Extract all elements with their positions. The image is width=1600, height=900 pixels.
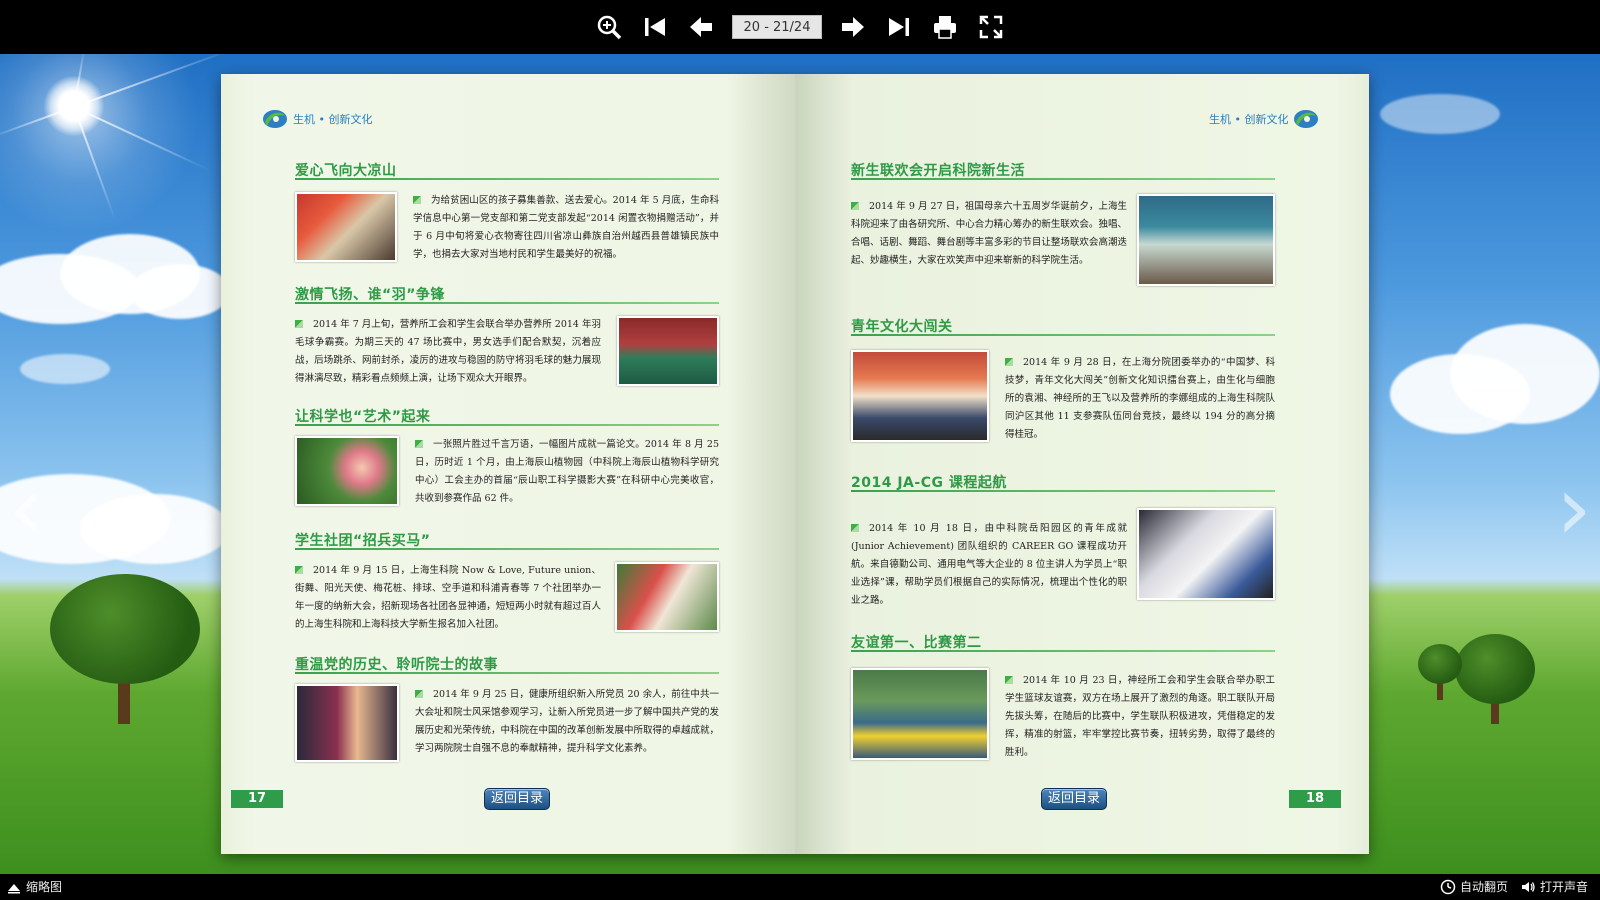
section-title: 激情飞扬、谁“羽”争锋 [295,287,445,303]
next-page-button[interactable] [830,7,876,47]
section-text: 一张照片胜过千言万语，一幅图片成就一篇论文。2014 年 8 月 25 日，历时… [415,439,719,504]
cloud [1450,324,1600,424]
section-divider [851,650,1275,652]
previous-page-icon [690,17,712,37]
bullet-icon [851,524,859,532]
sound-button[interactable]: 打开声音 [1520,878,1588,895]
section-title: 重温党的历史、聆听院士的故事 [295,657,498,673]
section-title: 2014 JA-CG 课程起航 [851,475,1007,491]
section-text: 2014 年 9 月 27 日，祖国母亲六十五周岁华诞前夕，上海生科院迎来了由各… [851,201,1127,266]
photo-clothes-donation [295,192,397,262]
bottom-toolbar: 缩略图 自动翻页 打开声音 [0,874,1600,900]
triangle-up-icon [8,883,20,893]
right-page[interactable]: 生机 • 创新文化 新生联欢会开启科院新生活 2014 年 9 月 27 日，祖… [795,74,1369,854]
auto-flip-button[interactable]: 自动翻页 [1440,878,1508,895]
sound-label: 打开声音 [1540,880,1589,894]
section-divider [295,178,719,180]
previous-page-arrow-icon[interactable]: ‹ [6,459,46,559]
next-page-arrow-icon[interactable]: › [1554,459,1594,559]
section-text: 为给贫困山区的孩子募集善款、送去爱心。2014 年 5 月底，生命科学信息中心第… [413,195,719,260]
brand-header: 生机 • 创新文化 [1205,108,1320,130]
bullet-icon [415,690,423,698]
zoom-in-button[interactable] [586,7,632,47]
bullet-icon [413,196,421,204]
print-button[interactable] [922,7,968,47]
section-title: 友谊第一、比赛第二 [851,635,982,651]
speaker-icon [1522,881,1535,892]
cloud [80,494,230,564]
tree [1455,634,1535,724]
section-title: 学生社团“招兵买马” [295,533,431,549]
bullet-icon [851,202,859,210]
auto-flip-label: 自动翻页 [1460,880,1509,894]
brand-text: 生机 • 创新文化 [1209,113,1289,126]
return-to-contents-button[interactable]: 返回目录 [1041,788,1107,810]
thumbnails-button[interactable]: 缩略图 [6,878,62,895]
next-page-icon [842,17,864,37]
left-page[interactable]: 生机 • 创新文化 爱心飞向大凉山 为给贫困山区的孩子募集善款、送去爱心。201… [221,74,795,854]
return-to-contents-button[interactable]: 返回目录 [484,788,550,810]
photo-youth-culture [851,350,989,442]
sun-glow [0,54,200,234]
first-page-icon [645,18,665,36]
section-text: 2014 年 9 月 28 日，在上海分院团委举办的“中国梦、科技梦，青年文化大… [1005,357,1275,440]
flipbook: 生机 • 创新文化 爱心飞向大凉山 为给贫困山区的孩子募集善款、送去爱心。201… [221,74,1369,854]
tree [50,574,200,734]
section-divider [851,178,1275,180]
previous-page-button[interactable] [678,7,724,47]
fullscreen-icon [979,15,1003,39]
section-divider [295,424,719,426]
photo-science-art [295,436,399,506]
photo-party-history [295,684,399,762]
bullet-icon [295,566,303,574]
section-title: 新生联欢会开启科院新生活 [851,163,1025,179]
section-divider [295,548,719,550]
section-title: 爱心飞向大凉山 [295,163,397,179]
section-text: 2014 年 9 月 15 日，上海生科院 Now & Love, Future… [295,565,601,630]
section-text: 2014 年 9 月 25 日，健康所组织新入所党员 20 余人，前往中共一大会… [415,689,720,754]
tree [1418,644,1462,700]
page-number: 18 [1289,790,1341,808]
bullet-icon [295,320,303,328]
brand-header: 生机 • 创新文化 [261,108,376,130]
photo-student-clubs [615,562,719,632]
section-divider [295,302,719,304]
section-divider [295,672,719,674]
page-number: 17 [231,790,283,808]
top-toolbar: 20 - 21/24 [0,0,1600,54]
first-page-button[interactable] [632,7,678,47]
cloud [130,264,230,319]
photo-basketball [851,668,989,760]
section-text: 2014 年 10 月 18 日，由中科院岳阳园区的青年成就 (Junior A… [851,523,1127,606]
cloud [20,354,110,384]
section-divider [851,490,1275,492]
thumbnails-label: 缩略图 [26,880,63,894]
section-divider [851,334,1275,336]
section-text: 2014 年 7 月上旬，营养所工会和学生会联合举办营养所 2014 年羽毛球争… [295,319,601,384]
clock-icon [1440,879,1456,894]
section-title: 让科学也“艺术”起来 [295,409,431,425]
brand-text: 生机 • 创新文化 [293,113,373,126]
bullet-icon [415,440,423,448]
brand-logo-icon [1294,110,1319,128]
photo-freshman-party [1137,194,1275,286]
sun-icon [44,76,104,136]
photo-career-go [1137,508,1275,600]
section-text: 2014 年 10 月 23 日，神经所工会和学生会联合举办职工学生篮球友谊赛，… [1005,675,1275,758]
last-page-icon [889,18,909,36]
last-page-button[interactable] [876,7,922,47]
section-title: 青年文化大闯关 [851,319,953,335]
zoom-in-icon [597,15,622,40]
brand-logo-icon [263,110,287,128]
bullet-icon [1005,676,1013,684]
fullscreen-button[interactable] [968,7,1014,47]
print-icon [934,16,956,39]
page-indicator-input[interactable]: 20 - 21/24 [732,15,822,39]
bullet-icon [1005,358,1013,366]
cloud [1380,94,1500,134]
photo-badminton [617,316,719,386]
